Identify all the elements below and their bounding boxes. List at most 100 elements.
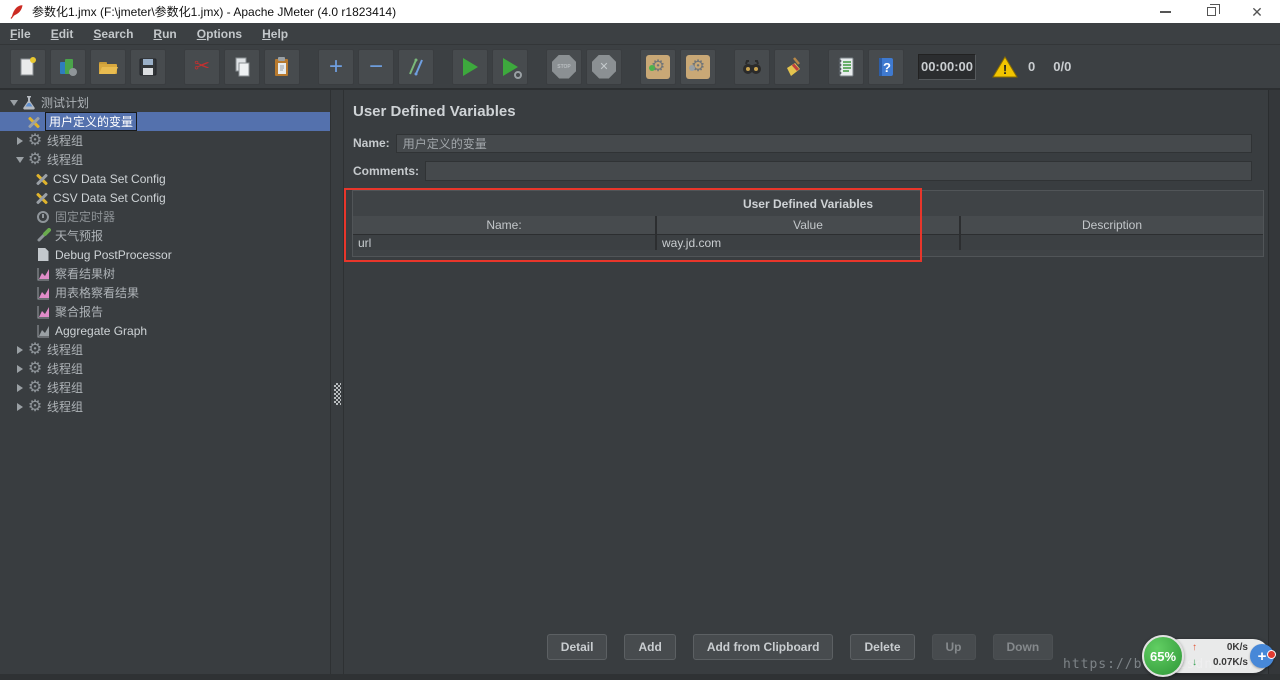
close-icon: ✕: [1251, 3, 1263, 20]
tree-item-label: 线程组: [47, 400, 84, 414]
restore-button[interactable]: [1188, 0, 1234, 23]
menu-search[interactable]: Search: [83, 27, 143, 41]
collapse-arrow-icon[interactable]: [14, 402, 26, 411]
tree-item-thread-group[interactable]: ⚙ 线程组: [0, 131, 330, 150]
expand-arrow-icon[interactable]: [14, 156, 26, 163]
save-button[interactable]: [130, 48, 166, 85]
tree-item-constant-timer[interactable]: 固定定时器: [0, 207, 330, 226]
collapse-arrow-icon[interactable]: [14, 383, 26, 392]
column-header-value[interactable]: Value: [657, 216, 959, 234]
function-helper-button[interactable]: [828, 48, 864, 85]
upload-speed: 0K/s: [1226, 642, 1248, 653]
tree-item-label: Aggregate Graph: [55, 323, 148, 338]
add-task-button[interactable]: +: [1250, 644, 1276, 668]
menu-options[interactable]: Options: [187, 27, 252, 41]
menu-bar: File Edit Search Run Options Help: [0, 23, 1280, 45]
new-file-button[interactable]: [10, 48, 46, 85]
gear-icon: ⚙: [27, 359, 43, 377]
tree-item-view-results-in-table[interactable]: 用表格察看结果: [0, 283, 330, 302]
column-header-description[interactable]: Description: [961, 216, 1263, 234]
menu-file[interactable]: File: [0, 27, 41, 41]
expand-arrow-icon[interactable]: [8, 99, 20, 106]
tree-item-csv-data-set-config[interactable]: CSV Data Set Config: [0, 169, 330, 188]
zoom-in-button[interactable]: +: [318, 48, 354, 85]
tree-item-thread-group[interactable]: ⚙ 线程组: [0, 150, 330, 169]
help-button[interactable]: ?: [868, 48, 904, 85]
add-button[interactable]: Add: [624, 634, 676, 660]
chart-pink-icon: [34, 285, 52, 301]
tree-item-thread-group[interactable]: ⚙ 线程组: [0, 378, 330, 397]
tree-item-view-results-tree[interactable]: 察看结果树: [0, 264, 330, 283]
save-icon: [139, 58, 157, 75]
templates-icon: [60, 58, 77, 76]
copy-icon: [235, 57, 250, 76]
download-speed: 0.07K/s: [1212, 657, 1248, 668]
open-button[interactable]: [90, 48, 126, 85]
tree-item-csv-data-set-config[interactable]: CSV Data Set Config: [0, 188, 330, 207]
minimize-icon: [1159, 10, 1171, 13]
window-title: 参数化1.jmx (F:\jmeter\参数化1.jmx) - Apache J…: [32, 5, 397, 19]
menu-help[interactable]: Help: [252, 27, 298, 41]
remote-shutdown-all-button[interactable]: ⚙: [680, 48, 716, 85]
add-from-clipboard-button[interactable]: Add from Clipboard: [692, 634, 834, 660]
collapse-arrow-icon[interactable]: [14, 364, 26, 373]
search-button[interactable]: [734, 48, 770, 85]
tree-item-label: 察看结果树: [55, 267, 116, 281]
tree-item-label: 用户定义的变量: [45, 112, 138, 131]
remote-start-all-button[interactable]: ⚙: [640, 48, 676, 85]
paste-button[interactable]: [264, 48, 300, 85]
close-button[interactable]: ✕: [1234, 0, 1280, 23]
table-row: url way.jd.com: [353, 234, 1263, 250]
paste-clipboard-icon: [275, 56, 288, 76]
minimize-button[interactable]: [1142, 0, 1188, 23]
column-header-name[interactable]: Name:: [353, 216, 655, 234]
right-edge-strip: [1268, 90, 1280, 674]
minus-icon: −: [368, 52, 383, 80]
zoom-out-button[interactable]: −: [358, 48, 394, 85]
tree-item-user-defined-variables[interactable]: 用户定义的变量: [0, 112, 330, 131]
start-button[interactable]: [452, 48, 488, 85]
cut-button[interactable]: ✂: [184, 48, 220, 85]
tree-item-debug-postprocessor[interactable]: Debug PostProcessor: [0, 245, 330, 264]
cell-description[interactable]: [961, 235, 1263, 250]
new-file-icon: [20, 56, 36, 75]
cell-name[interactable]: url: [353, 235, 655, 250]
warning-triangle-icon[interactable]: !: [992, 55, 1018, 79]
tree-item-aggregate-graph[interactable]: Aggregate Graph: [0, 321, 330, 340]
binoculars-search-icon: [743, 59, 761, 74]
tree-item-thread-group[interactable]: ⚙ 线程组: [0, 359, 330, 378]
splitter-handle-icon[interactable]: [334, 383, 341, 405]
jmeter-feather-icon: [10, 5, 23, 19]
help-book-icon: ?: [879, 57, 893, 76]
templates-button[interactable]: [50, 48, 86, 85]
shutdown-button[interactable]: ✕: [586, 48, 622, 85]
stop-button[interactable]: STOP: [546, 48, 582, 85]
tree-item-thread-group[interactable]: ⚙ 线程组: [0, 397, 330, 416]
menu-run[interactable]: Run: [143, 27, 186, 41]
down-button[interactable]: Down: [992, 634, 1054, 660]
detail-button[interactable]: Detail: [546, 634, 608, 660]
menu-edit[interactable]: Edit: [41, 27, 84, 41]
collapse-arrow-icon[interactable]: [14, 136, 26, 145]
tree-item-aggregate-report[interactable]: 聚合报告: [0, 302, 330, 321]
tree-main-splitter[interactable]: [330, 90, 344, 674]
clear-all-button[interactable]: [774, 48, 810, 85]
tree-item-test-plan[interactable]: 测试计划: [0, 93, 330, 112]
start-no-pauses-button[interactable]: [492, 48, 528, 85]
comments-input[interactable]: [425, 161, 1252, 181]
cell-value[interactable]: way.jd.com: [657, 235, 959, 250]
tree-item-http-request[interactable]: 天气预报: [0, 226, 330, 245]
tree-item-thread-group[interactable]: ⚙ 线程组: [0, 340, 330, 359]
clock-icon: [34, 209, 52, 225]
copy-button[interactable]: [224, 48, 260, 85]
collapse-arrow-icon[interactable]: [14, 345, 26, 354]
crossed-tools-icon: [34, 171, 50, 187]
plus-icon: +: [328, 52, 343, 80]
progress-circle[interactable]: 65%: [1142, 635, 1184, 677]
speed-overlay-widget[interactable]: ↑ 0K/s ↓ 0.07K/s 65% +: [1142, 635, 1276, 677]
up-button[interactable]: Up: [931, 634, 976, 660]
toggle-button[interactable]: [398, 48, 434, 85]
delete-button[interactable]: Delete: [850, 634, 915, 660]
name-input[interactable]: 用户定义的变量: [395, 133, 1252, 153]
flask-icon: [20, 95, 38, 111]
